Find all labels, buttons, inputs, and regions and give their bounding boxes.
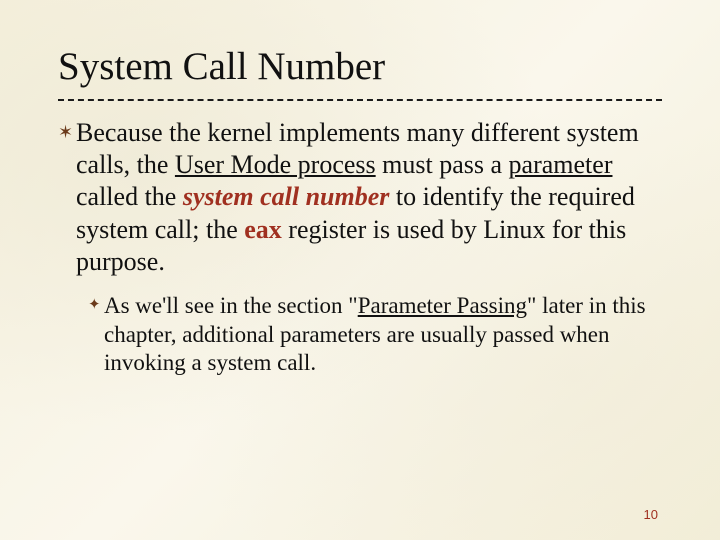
main-underline-2: parameter xyxy=(509,150,613,179)
title-divider xyxy=(58,99,662,101)
main-bold: eax xyxy=(244,215,282,244)
sub-seg-1: As we'll see in the section " xyxy=(104,293,358,318)
page-number: 10 xyxy=(644,507,658,522)
sub-underline-1: Parameter Passing xyxy=(358,293,527,318)
main-bullet-item: ✶ Because the kernel implements many dif… xyxy=(58,117,662,278)
sub-bullet-text: As we'll see in the section "Parameter P… xyxy=(104,292,662,378)
main-emphasis: system call number xyxy=(183,182,390,211)
main-seg-2: must pass a xyxy=(376,150,509,179)
leaf-bullet-icon: ✶ xyxy=(58,117,76,147)
main-bullet-text: Because the kernel implements many diffe… xyxy=(76,117,662,278)
leaf-sub-bullet-icon: ✦ xyxy=(88,292,104,318)
slide-title: System Call Number xyxy=(58,44,662,89)
sub-bullet-item: ✦ As we'll see in the section "Parameter… xyxy=(88,292,662,378)
main-underline-1: User Mode process xyxy=(175,150,376,179)
main-seg-3: called the xyxy=(76,182,183,211)
